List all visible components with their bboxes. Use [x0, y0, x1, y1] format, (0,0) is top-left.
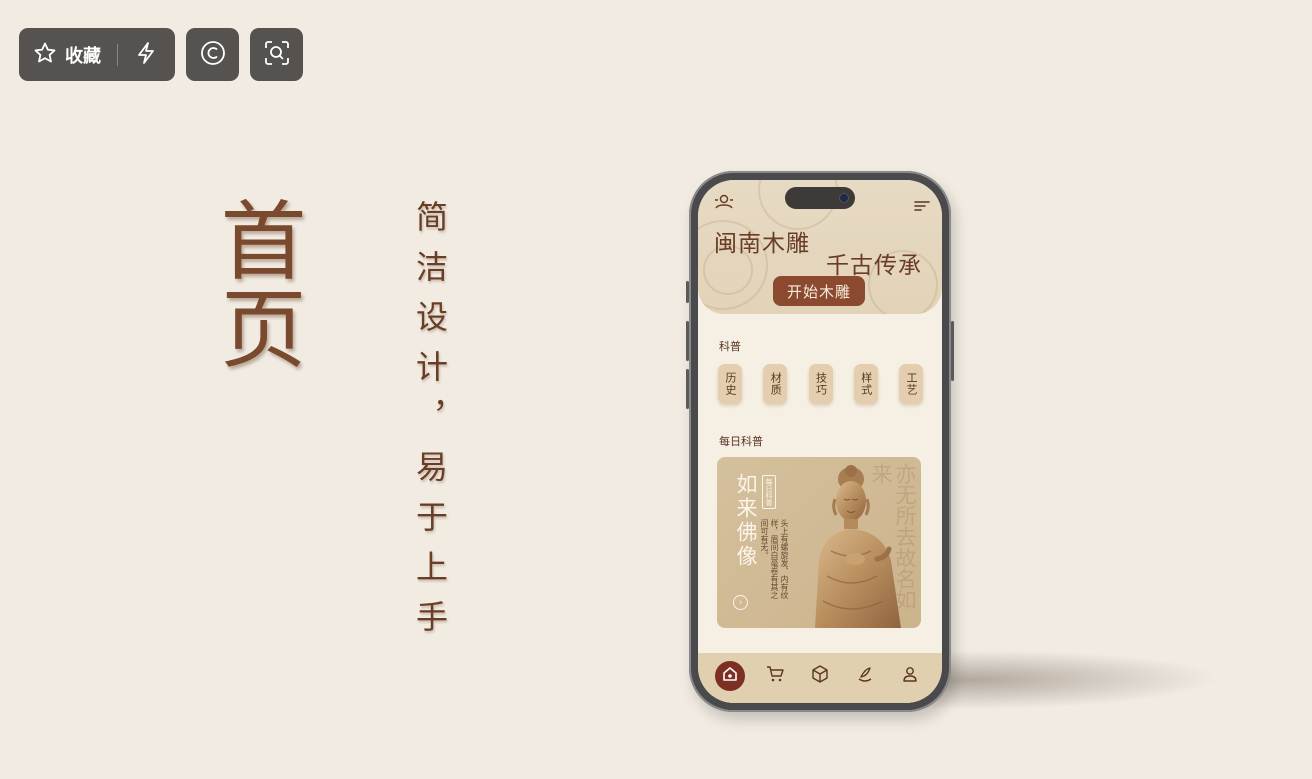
card-tag: 每日科普 — [762, 475, 776, 509]
daily-card[interactable]: 亦无所去故名如来 如来佛像 每日科普 头上有螺旋发、内有纹样，眉间白毫卷有其之间… — [717, 457, 921, 628]
hero-title-line2: 千古传承 — [826, 253, 922, 279]
favorite-label: 收藏 — [65, 45, 101, 67]
copyright-icon — [200, 40, 226, 70]
category-craft[interactable]: 工艺 — [899, 364, 923, 404]
favorite-button[interactable]: 收藏 — [19, 28, 175, 81]
chevron-right-icon[interactable]: › — [733, 595, 748, 610]
category-style[interactable]: 样式 — [853, 364, 878, 404]
hero-title-line1: 闽南木雕 — [714, 231, 810, 257]
phone-mockup: 闽南木雕 千古传承 开始木雕 科普 历史 材质 技巧 样式 工艺 每日科普 亦无… — [686, 171, 954, 712]
card-description: 头上有螺旋发、内有纹样，眉间白毫卷有其之间可有无。 — [760, 519, 789, 599]
phone-volume-down — [686, 369, 689, 409]
star-icon — [33, 41, 57, 69]
dynamic-island — [785, 187, 855, 209]
tab-cart[interactable] — [760, 661, 790, 691]
cart-icon — [766, 665, 784, 687]
category-history[interactable]: 历史 — [718, 364, 742, 404]
tab-home[interactable] — [715, 661, 746, 691]
phone-volume-up — [686, 321, 689, 361]
menu-icon[interactable] — [914, 197, 930, 216]
daily-section-title: 每日科普 — [719, 435, 763, 448]
image-search-icon — [263, 39, 291, 71]
camera-icon — [839, 193, 849, 203]
tab-crafting[interactable] — [850, 661, 880, 691]
box-icon — [811, 665, 829, 687]
tab-profile[interactable] — [895, 661, 925, 691]
tab-box[interactable] — [805, 661, 835, 691]
page-title: 首页 — [205, 196, 305, 372]
profile-icon — [901, 665, 919, 687]
phone-mute-switch — [686, 281, 689, 303]
lightning-icon[interactable] — [136, 41, 156, 69]
category-technique[interactable]: 技巧 — [808, 364, 833, 404]
copyright-button[interactable] — [186, 28, 239, 81]
bottom-tabbar — [698, 653, 942, 703]
category-list: 历史 材质 技巧 样式 工艺 — [718, 364, 923, 404]
home-icon — [721, 665, 739, 687]
crafting-icon — [856, 665, 874, 687]
app-logo-icon[interactable] — [714, 194, 734, 214]
phone-power-button — [951, 321, 954, 381]
card-title: 如来佛像 — [734, 473, 758, 569]
toolbar-divider — [117, 43, 118, 66]
slogan-text: 简洁设计，易于上手 — [411, 200, 449, 650]
science-section-title: 科普 — [719, 340, 741, 353]
image-search-button[interactable] — [250, 28, 303, 81]
category-material[interactable]: 材质 — [763, 364, 788, 404]
start-carving-button[interactable]: 开始木雕 — [773, 276, 865, 306]
top-toolbar: 收藏 — [19, 28, 303, 81]
buddha-statue-image — [805, 461, 921, 628]
phone-screen: 闽南木雕 千古传承 开始木雕 科普 历史 材质 技巧 样式 工艺 每日科普 亦无… — [698, 180, 942, 703]
